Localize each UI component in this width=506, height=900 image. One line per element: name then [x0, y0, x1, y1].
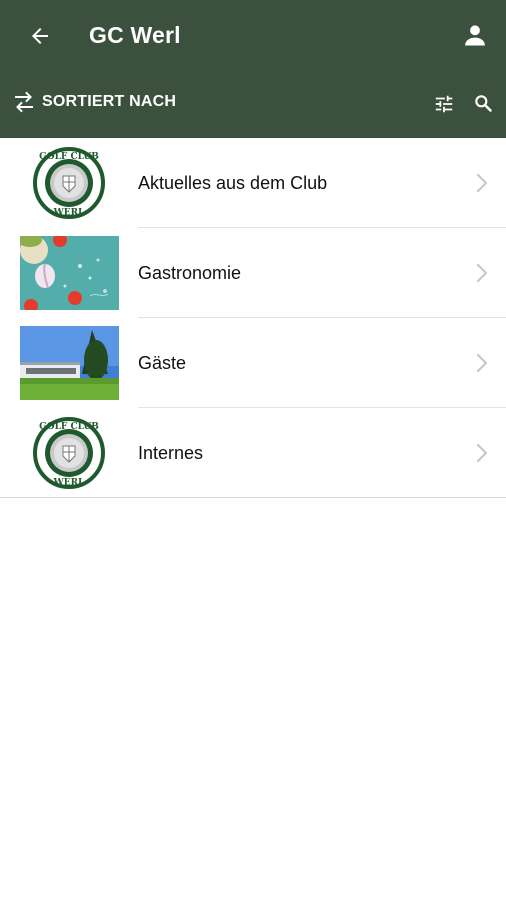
account-button[interactable] [460, 20, 490, 50]
search-button[interactable] [473, 93, 493, 113]
list-item-label: Gastronomie [138, 263, 242, 283]
sort-label: SORTIERT NACH [42, 93, 177, 110]
list-item[interactable]: Gastronomie [0, 228, 506, 318]
chevron-right-icon [476, 353, 488, 373]
list-item-label: Internes [138, 443, 204, 463]
divider [0, 497, 506, 498]
clubhouse-photo [20, 326, 119, 400]
category-list: GOLF CLUB WERL Aktuelles aus dem Club Ga… [0, 138, 506, 498]
sort-button[interactable]: SORTIERT NACH [12, 90, 176, 114]
chevron-right-icon [476, 443, 488, 463]
svg-text:WERL: WERL [53, 478, 85, 488]
app-bar: GC Werl SORTIERT NACH [0, 0, 506, 138]
account-icon [465, 25, 485, 46]
list-item-label: Gäste [138, 353, 187, 373]
page-title: GC Werl [89, 22, 181, 48]
filter-button[interactable] [433, 93, 455, 115]
list-item[interactable]: GOLF CLUB WERL Aktuelles aus dem Club [0, 138, 506, 228]
tune-icon [435, 95, 453, 113]
list-item-label: Aktuelles aus dem Club [138, 173, 328, 193]
list-item[interactable]: GOLF CLUB WERL Internes [0, 408, 506, 498]
golf-club-logo: GOLF CLUB WERL [20, 416, 119, 490]
food-photo [20, 236, 119, 310]
arrow-back-icon [32, 28, 48, 44]
svg-text:WERL: WERL [53, 208, 85, 218]
svg-text:GOLF CLUB: GOLF CLUB [39, 422, 99, 432]
back-button[interactable] [24, 20, 56, 52]
list-item[interactable]: Gäste [0, 318, 506, 408]
golf-club-logo: GOLF CLUB WERL [20, 146, 119, 220]
swap-arrows-icon [12, 90, 36, 114]
search-icon [475, 95, 492, 112]
chevron-right-icon [476, 173, 488, 193]
svg-text:GOLF CLUB: GOLF CLUB [39, 152, 99, 162]
chevron-right-icon [476, 263, 488, 283]
